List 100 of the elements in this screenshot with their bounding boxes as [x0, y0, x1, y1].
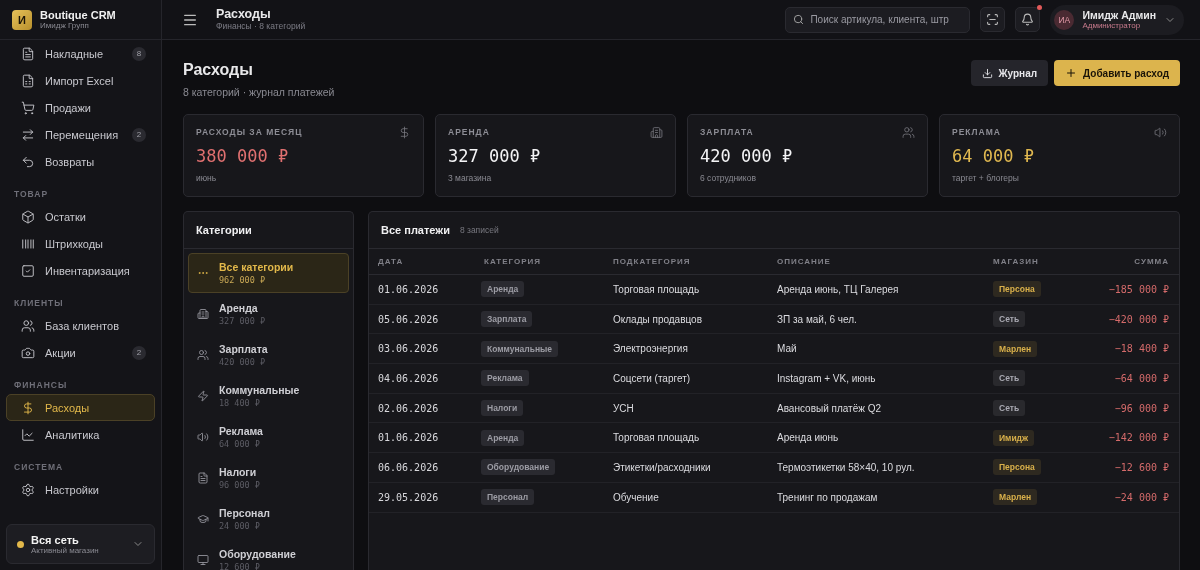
stat-value: 380 000 ₽	[196, 146, 290, 166]
add-button[interactable]: Добавить расход	[1054, 60, 1180, 86]
section-title: ФИНАНСЫ	[13, 379, 69, 392]
category-item[interactable]: Оборудование 12 600 ₽	[188, 540, 349, 570]
category-item[interactable]: Все категории 962 000 ₽	[188, 253, 349, 293]
scan-button[interactable]	[980, 7, 1006, 32]
table-cell-text: 05.06.2026	[377, 313, 440, 325]
building-icon	[197, 308, 209, 320]
header-subtitle: Финансы · 8 категорий	[216, 21, 306, 31]
plus-icon	[1065, 67, 1078, 79]
column-header: ДАТА	[377, 257, 405, 266]
user-name: Имидж Админ	[1082, 9, 1156, 21]
avatar: ИА	[1054, 9, 1075, 30]
search-icon	[793, 13, 805, 25]
table-cell-text: 03.06.2026	[377, 343, 440, 355]
page-subtitle: 8 категорий · журнал платежей	[183, 86, 335, 98]
journal-button[interactable]: Журнал	[970, 60, 1049, 86]
graduation-cap-icon	[197, 513, 209, 525]
table-cell-text: −24 000 ₽	[1113, 491, 1170, 503]
stat-note: 6 сотрудников	[700, 173, 757, 183]
nav-item[interactable]: База клиентов	[6, 312, 155, 339]
nav-item[interactable]: Импорт Excel	[6, 67, 155, 94]
section-title: СИСТЕМА	[13, 461, 65, 474]
camera-icon	[21, 345, 35, 360]
store-tag: Марлен	[993, 340, 1038, 357]
column-header: ПОДКАТЕГОРИЯ	[612, 257, 692, 266]
table-cell-text: Аренда июнь	[776, 432, 840, 444]
table-cell-text: ЗП за май, 6 чел.	[776, 313, 858, 325]
box-icon	[21, 209, 35, 224]
dollar-icon	[398, 126, 411, 139]
nav-item[interactable]: Настройки	[6, 476, 155, 503]
table-cell-text: Электроэнергия	[612, 343, 689, 355]
stat-note: июнь	[196, 173, 218, 183]
user-menu[interactable]: ИА Имидж Админ Администратор	[1050, 4, 1184, 35]
store-hint: Активный магазин	[31, 545, 100, 555]
nav-item[interactable]: Акции 2	[6, 339, 155, 366]
category-item[interactable]: Реклама 64 000 ₽	[188, 417, 349, 457]
category-item[interactable]: Аренда 327 000 ₽	[188, 294, 349, 334]
organization-name: Имидж Групп	[40, 21, 90, 30]
nav-item[interactable]: Продажи	[6, 94, 155, 121]
chart-icon	[21, 427, 35, 442]
table-cell-text: Обучение	[612, 491, 660, 503]
bell-icon	[1021, 13, 1035, 26]
table-cell-text: Термоэтикетки 58×40, 10 рул.	[776, 461, 916, 473]
record-count: 8 записей	[459, 225, 499, 235]
nav-item[interactable]: Накладные 8	[6, 40, 155, 67]
monitor-icon	[197, 554, 209, 566]
nav-item[interactable]: Инвентаризация	[6, 257, 155, 284]
nav-item[interactable]: Штрихкоды	[6, 230, 155, 257]
table-cell-text: Instagram + VK, июнь	[776, 372, 877, 384]
category-tag: Персонал	[481, 489, 535, 506]
table-cell-text: 06.06.2026	[377, 461, 440, 473]
stat-value: 327 000 ₽	[448, 146, 542, 166]
table-cell-text: Этикетки/расходники	[612, 461, 712, 473]
stat-note: таргет + блогеры	[952, 173, 1020, 183]
stat-value: 420 000 ₽	[700, 146, 794, 166]
table-cell-text: 01.06.2026	[377, 283, 440, 295]
nav-item[interactable]: Расходы	[6, 394, 155, 421]
store-selector[interactable]: Вся сеть Активный магазин	[6, 524, 155, 564]
table-cell-text: Авансовый платёж Q2	[776, 402, 883, 414]
nav-item[interactable]: Возвраты	[6, 148, 155, 175]
store-name: Вся сеть	[31, 533, 80, 546]
category-tag: Аренда	[481, 281, 525, 298]
stat-label: РЕКЛАМА	[952, 127, 1001, 137]
count-badge: 8	[132, 46, 146, 61]
app-name: Boutique CRM	[40, 9, 116, 21]
category-item[interactable]: Персонал 24 000 ₽	[188, 499, 349, 539]
nav-item[interactable]: Остатки	[6, 203, 155, 230]
stat-label: ЗАРПЛАТА	[700, 127, 754, 137]
table-cell-text: 02.06.2026	[377, 402, 440, 414]
store-tag: Персона	[993, 459, 1041, 476]
table-cell-text: УСН	[612, 402, 635, 414]
category-tag: Аренда	[481, 429, 525, 446]
table-cell-text: Торговая площадь	[612, 432, 701, 444]
section-title: КЛИЕНТЫ	[13, 297, 65, 310]
table-cell-text: −12 600 ₽	[1113, 461, 1170, 473]
users-icon	[21, 318, 35, 333]
category-tag: Оборудование	[481, 459, 556, 476]
category-item[interactable]: Зарплата 420 000 ₽	[188, 335, 349, 375]
user-role: Администратор	[1082, 21, 1142, 30]
category-tag: Коммунальные	[481, 340, 559, 357]
nav-item[interactable]: Перемещения 2	[6, 121, 155, 148]
users-icon	[197, 349, 209, 361]
cart-icon	[21, 100, 35, 115]
table-cell-text: −142 000 ₽	[1107, 432, 1170, 444]
nav-item[interactable]: Аналитика	[6, 421, 155, 448]
category-tag: Налоги	[481, 400, 524, 417]
logo: И	[12, 9, 32, 30]
count-badge: 2	[132, 127, 146, 142]
category-item[interactable]: Коммунальные 18 400 ₽	[188, 376, 349, 416]
table-cell-text: −18 400 ₽	[1113, 343, 1170, 355]
category-tag: Реклама	[481, 370, 529, 387]
stat-note: 3 магазина	[448, 173, 493, 183]
stat-label: АРЕНДА	[448, 127, 490, 137]
category-tag: Зарплата	[481, 311, 533, 328]
speaker-icon	[197, 431, 209, 443]
speaker-icon	[1154, 126, 1167, 139]
notification-button[interactable]	[1015, 7, 1041, 32]
search-field[interactable]: Поиск артикула, клиента, штр	[785, 6, 971, 33]
category-item[interactable]: Налоги 96 000 ₽	[188, 458, 349, 498]
